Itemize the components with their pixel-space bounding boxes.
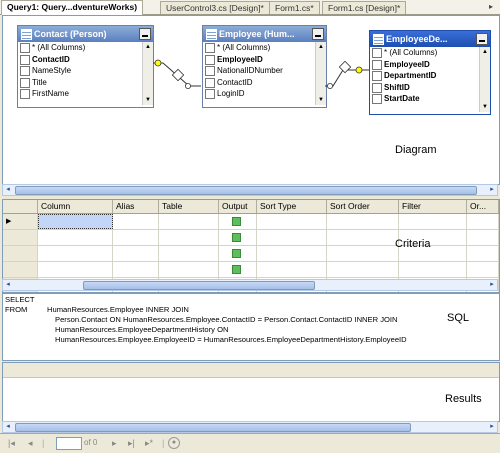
current-row-indicator-icon[interactable]: ▶ — [3, 214, 38, 229]
table-cell[interactable] — [159, 214, 219, 229]
sql-line: HumanResources.EmployeeDepartmentHistory… — [55, 325, 229, 334]
or-cell[interactable] — [467, 246, 499, 261]
row-header[interactable] — [3, 246, 38, 261]
output-cell[interactable] — [219, 246, 257, 261]
sort-type-cell[interactable] — [257, 262, 327, 277]
output-cell[interactable] — [219, 214, 257, 229]
sort-type-cell[interactable] — [257, 214, 327, 229]
criteria-header-row: Column Alias Table Output Sort Type Sort… — [3, 200, 499, 214]
scroll-thumb[interactable] — [83, 281, 315, 290]
row-header[interactable] — [3, 262, 38, 277]
tab-form1-cs[interactable]: Form1.cs* — [269, 1, 320, 14]
new-record-icon[interactable]: ▸* — [145, 438, 153, 449]
filter-cell[interactable] — [399, 214, 467, 229]
alias-cell[interactable] — [113, 214, 159, 229]
output-checkbox[interactable] — [232, 233, 241, 242]
output-checkbox[interactable] — [232, 217, 241, 226]
diagram-pane[interactable]: Contact (Person) * (All Columns) Contact… — [2, 15, 500, 185]
sort-order-cell[interactable] — [327, 246, 399, 261]
join-lines — [153, 59, 369, 90]
col-header-or[interactable]: Or... — [467, 200, 499, 213]
col-header-sort-type[interactable]: Sort Type — [257, 200, 327, 213]
sql-keyword-from: FROM — [5, 305, 28, 314]
scroll-thumb[interactable] — [15, 423, 411, 432]
criteria-pane-label: Criteria — [395, 238, 431, 250]
or-cell[interactable] — [467, 230, 499, 245]
alias-cell[interactable] — [113, 230, 159, 245]
next-record-icon[interactable]: ▸ — [112, 438, 117, 449]
criteria-row[interactable] — [3, 262, 499, 278]
table-cell[interactable] — [159, 262, 219, 277]
sort-order-cell[interactable] — [327, 262, 399, 277]
row-header-corner — [3, 200, 38, 213]
last-record-icon[interactable]: ▸| — [128, 438, 135, 449]
output-checkbox[interactable] — [232, 249, 241, 258]
record-position-input[interactable] — [56, 437, 82, 450]
col-header-filter[interactable]: Filter — [399, 200, 467, 213]
results-header-row — [3, 363, 499, 378]
scroll-left-icon[interactable]: ◂ — [3, 280, 13, 290]
output-cell[interactable] — [219, 230, 257, 245]
col-header-output[interactable]: Output — [219, 200, 257, 213]
diagram-pane-label: Diagram — [395, 144, 437, 156]
first-record-icon[interactable]: |◂ — [8, 438, 15, 449]
join-line-employee-history[interactable] — [325, 60, 369, 90]
scroll-right-icon[interactable]: ▸ — [487, 280, 497, 290]
alias-cell[interactable] — [113, 262, 159, 277]
filter-cell[interactable] — [399, 262, 467, 277]
results-hscrollbar[interactable]: ◂ ▸ — [2, 421, 498, 433]
sort-type-cell[interactable] — [257, 230, 327, 245]
output-cell[interactable] — [219, 262, 257, 277]
scroll-right-icon[interactable]: ▸ — [487, 185, 497, 195]
tab-scroll-icon[interactable]: ▸ — [489, 2, 499, 12]
col-header-column[interactable]: Column — [38, 200, 113, 213]
diagram-hscrollbar[interactable]: ◂ ▸ — [2, 184, 498, 196]
record-navigator: |◂ ◂ | of 0 ▸ ▸| ▸* | ● — [0, 433, 500, 453]
column-cell[interactable] — [38, 262, 113, 277]
sort-order-cell[interactable] — [327, 214, 399, 229]
scroll-right-icon[interactable]: ▸ — [487, 422, 497, 432]
join-line-contact-employee[interactable] — [153, 59, 201, 90]
document-tab-bar: Query1: Query...dventureWorks) UserContr… — [0, 0, 500, 15]
column-cell[interactable] — [38, 246, 113, 261]
record-count-label: of 0 — [84, 438, 98, 447]
tab-form1-design[interactable]: Form1.cs [Design]* — [322, 1, 407, 14]
alias-cell[interactable] — [113, 246, 159, 261]
sql-line: HumanResources.Employee INNER JOIN — [47, 305, 189, 314]
tab-query1[interactable]: Query1: Query...dventureWorks) — [1, 0, 144, 15]
sort-type-cell[interactable] — [257, 246, 327, 261]
table-cell[interactable] — [159, 246, 219, 261]
separator: | — [42, 438, 45, 448]
previous-record-icon[interactable]: ◂ — [28, 438, 33, 449]
column-cell[interactable] — [38, 214, 113, 229]
sort-order-cell[interactable] — [327, 230, 399, 245]
criteria-hscrollbar[interactable]: ◂ ▸ — [2, 279, 498, 291]
sql-pane[interactable]: SELECT FROM HumanResources.Employee INNE… — [2, 293, 500, 361]
or-cell[interactable] — [467, 262, 499, 277]
row-header[interactable] — [3, 230, 38, 245]
col-header-sort-order[interactable]: Sort Order — [327, 200, 399, 213]
scroll-left-icon[interactable]: ◂ — [3, 422, 13, 432]
table-cell[interactable] — [159, 230, 219, 245]
separator: | — [162, 438, 165, 448]
criteria-row[interactable]: ▶ — [3, 214, 499, 230]
results-pane-label: Results — [445, 393, 482, 405]
sql-pane-label: SQL — [447, 312, 470, 324]
sql-line: Person.Contact ON HumanResources.Employe… — [55, 315, 398, 324]
results-pane[interactable]: Results — [2, 362, 500, 422]
col-header-alias[interactable]: Alias — [113, 200, 159, 213]
scroll-left-icon[interactable]: ◂ — [3, 185, 13, 195]
scroll-thumb[interactable] — [15, 186, 477, 195]
column-cell[interactable] — [38, 230, 113, 245]
output-checkbox[interactable] — [232, 265, 241, 274]
sql-line: HumanResources.Employee.EmployeeID = Hum… — [55, 335, 407, 344]
or-cell[interactable] — [467, 214, 499, 229]
sql-keyword-select: SELECT — [5, 295, 35, 304]
col-header-table[interactable]: Table — [159, 200, 219, 213]
tab-usercontrol3-design[interactable]: UserControl3.cs [Design]* — [160, 1, 270, 14]
stop-icon[interactable]: ● — [168, 437, 180, 449]
